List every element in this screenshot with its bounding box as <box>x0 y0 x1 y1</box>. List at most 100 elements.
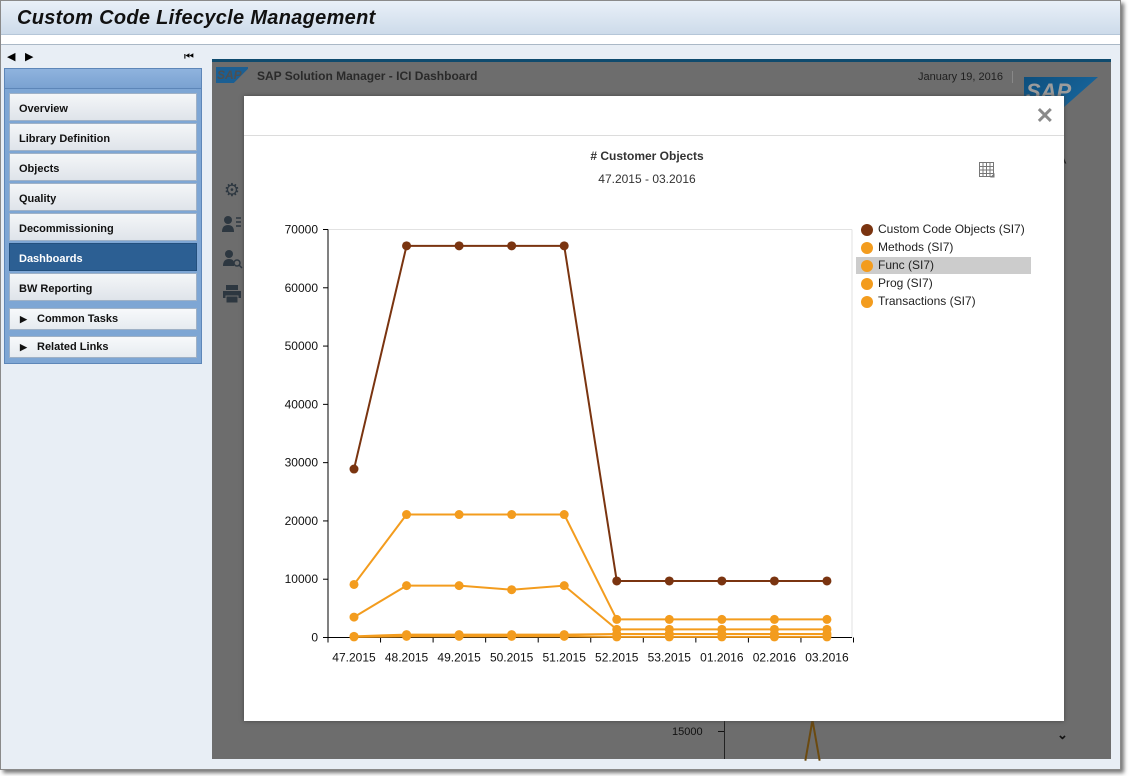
data-point <box>349 612 359 622</box>
x-tick-label: 50.2015 <box>490 651 534 665</box>
data-point <box>454 581 464 591</box>
data-point <box>559 510 569 520</box>
data-point <box>559 241 569 251</box>
data-point <box>559 630 569 640</box>
x-tick-label: 51.2015 <box>543 651 587 665</box>
data-point <box>349 579 359 589</box>
data-point <box>612 624 622 634</box>
data-point <box>349 631 359 641</box>
sidebar-header <box>5 69 201 89</box>
sidebar-item-quality[interactable]: Quality <box>9 183 197 211</box>
back-arrow-icon[interactable]: ◀ <box>7 51 15 63</box>
data-point <box>454 510 464 520</box>
user-list-icon[interactable] <box>221 214 243 236</box>
sidebar-item-decommissioning[interactable]: Decommissioning <box>9 213 197 241</box>
x-tick-label: 53.2015 <box>648 651 692 665</box>
legend-item[interactable]: Transactions (SI7) <box>856 293 1031 310</box>
data-point <box>454 241 464 251</box>
x-tick-label: 03.2016 <box>805 651 849 665</box>
dashboard-top-bar <box>212 59 1111 62</box>
data-point <box>507 585 517 595</box>
data-point <box>402 581 412 591</box>
legend-label: Transactions (SI7) <box>878 294 976 308</box>
background-chart-line <box>811 719 821 761</box>
y-tick-label: 50000 <box>285 339 319 353</box>
sidebar-item-objects[interactable]: Objects <box>9 153 197 181</box>
data-point <box>769 624 779 634</box>
y-tick-label: 30000 <box>285 456 319 470</box>
group-label: Related Links <box>37 341 109 353</box>
sidebar: Overview Library Definition Objects Qual… <box>4 68 202 364</box>
sidebar-group-related-links[interactable]: ▶ Related Links <box>9 336 197 358</box>
data-point <box>559 581 569 591</box>
printer-icon[interactable] <box>221 283 243 305</box>
line-chart: 0 10000 20000 30000 40000 50000 60000 70000 47.2… <box>285 223 854 665</box>
legend-label: Prog (SI7) <box>878 276 933 290</box>
sidebar-group-common-tasks[interactable]: ▶ Common Tasks <box>9 308 197 330</box>
divider <box>1012 71 1013 83</box>
navigation-controls: ◀ ▶ ⏮ <box>1 46 201 68</box>
x-tick-label: 01.2016 <box>700 651 744 665</box>
y-tick-label: 20000 <box>285 514 319 528</box>
data-point <box>822 614 832 624</box>
data-point <box>717 576 727 586</box>
x-tick-label: 52.2015 <box>595 651 639 665</box>
sap-logo-small: SAP <box>216 67 248 83</box>
background-chart-axis <box>724 721 725 759</box>
legend-item[interactable]: Methods (SI7) <box>856 239 1031 256</box>
legend-item[interactable]: Func (SI7) <box>856 257 1031 274</box>
legend-label: Func (SI7) <box>878 258 935 272</box>
gear-icon[interactable]: ⚙ <box>221 179 243 201</box>
legend-marker-icon <box>861 296 873 308</box>
x-tick-label: 49.2015 <box>437 651 481 665</box>
y-tick-label: 40000 <box>285 397 319 411</box>
background-chart-tick: 15000 <box>672 726 703 738</box>
chart-dialog: ✕ # Customer Objects 47.2015 - 03.2016 0… <box>244 96 1064 721</box>
legend-marker-icon <box>861 242 873 254</box>
y-tick-label: 70000 <box>285 223 319 237</box>
chevron-down-icon[interactable]: ⌄ <box>1057 727 1068 743</box>
data-point <box>402 510 412 520</box>
forward-arrow-icon[interactable]: ▶ <box>25 51 33 63</box>
data-point <box>612 614 622 624</box>
data-point <box>402 241 412 251</box>
data-point <box>717 624 727 634</box>
data-point <box>507 241 517 251</box>
data-point <box>454 630 464 640</box>
y-tick-label: 0 <box>311 631 318 645</box>
legend-marker-icon <box>861 278 873 290</box>
x-tick-label: 48.2015 <box>385 651 429 665</box>
data-point <box>402 630 412 640</box>
dashboard-date: January 19, 2016 <box>918 71 1004 83</box>
sidebar-item-library-definition[interactable]: Library Definition <box>9 123 197 151</box>
sidebar-item-dashboards[interactable]: Dashboards <box>9 243 197 271</box>
legend-item[interactable]: Custom Code Objects (SI7) <box>856 221 1031 238</box>
data-point <box>507 510 517 520</box>
title-bar: Custom Code Lifecycle Management <box>1 1 1120 35</box>
app-window: Custom Code Lifecycle Management ◀ ▶ ⏮ O… <box>0 0 1121 770</box>
legend-marker-icon <box>861 224 873 236</box>
collapse-panel-icon[interactable]: ⏮ <box>184 51 194 63</box>
data-point <box>769 614 779 624</box>
data-point <box>769 576 779 586</box>
app-title: Custom Code Lifecycle Management <box>17 7 376 29</box>
group-label: Common Tasks <box>37 313 119 325</box>
legend-item[interactable]: Prog (SI7) <box>856 275 1031 292</box>
x-tick-label: 02.2016 <box>753 651 797 665</box>
series-line <box>353 244 827 582</box>
data-point <box>507 630 517 640</box>
data-point <box>349 464 359 474</box>
x-tick-label: 47.2015 <box>332 651 376 665</box>
sidebar-item-overview[interactable]: Overview <box>9 93 197 121</box>
data-point <box>822 624 832 634</box>
dashboard-title: SAP Solution Manager - ICI Dashboard <box>257 69 478 83</box>
data-point <box>664 614 674 624</box>
series-line <box>353 584 827 631</box>
expand-triangle-icon: ▶ <box>20 314 27 324</box>
user-search-icon[interactable] <box>221 248 243 270</box>
sidebar-item-bw-reporting[interactable]: BW Reporting <box>9 273 197 301</box>
data-point <box>612 576 622 586</box>
data-point <box>664 576 674 586</box>
data-point <box>717 614 727 624</box>
data-point <box>822 576 832 586</box>
